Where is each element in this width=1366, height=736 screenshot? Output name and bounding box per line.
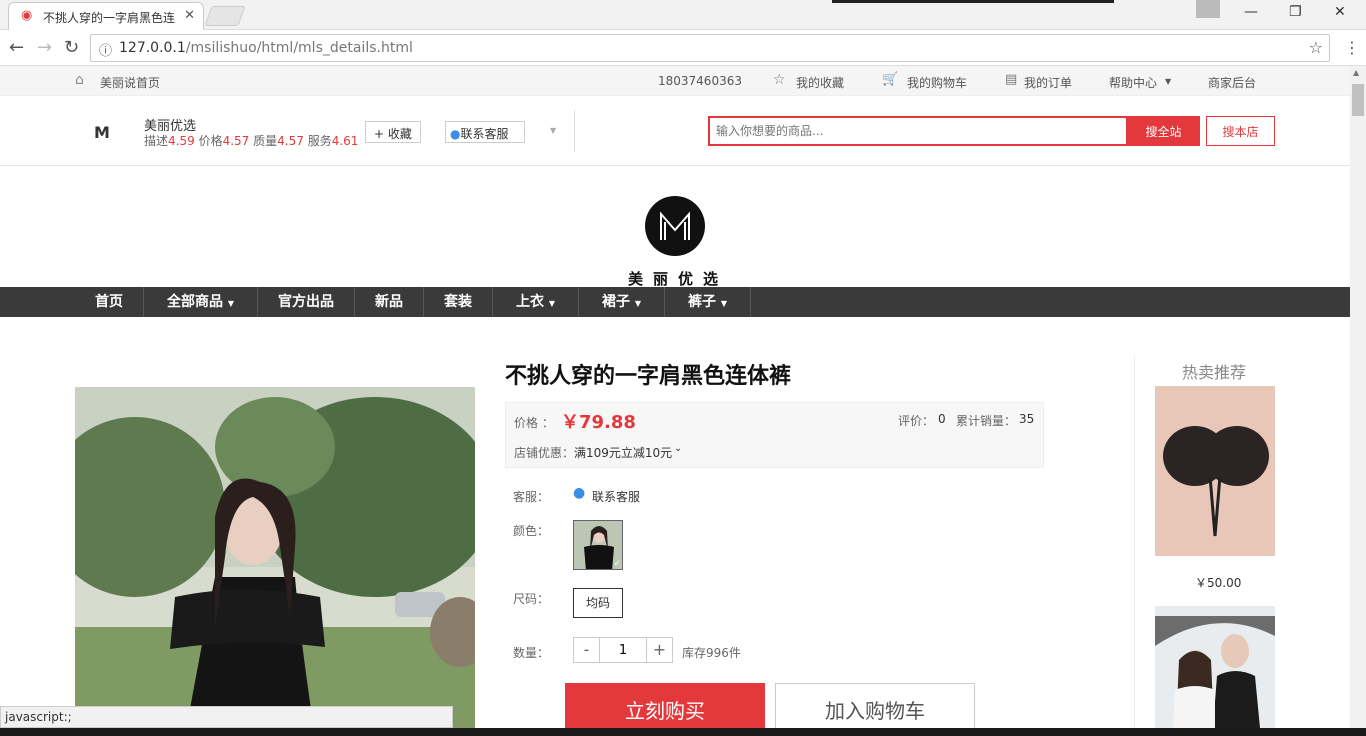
stock-text: 库存996件 xyxy=(682,646,741,660)
product-price: ￥79.88 xyxy=(561,412,636,433)
promo-label: 店铺优惠： xyxy=(514,446,575,460)
info-icon: ⓘ xyxy=(99,44,113,59)
new-tab-button[interactable] xyxy=(204,6,246,26)
price-box: 价格 ： ￥79.88 评价： 0 累计销量： 35 店铺优惠： 满109元立减… xyxy=(505,402,1044,468)
site-topbar: ⌂ 美丽说首页 18037460363 ☆ 我的收藏 🛒 我的购物车 ▤ 我的订… xyxy=(0,66,1350,96)
nav-item-sets[interactable]: 套装 xyxy=(424,287,493,317)
status-bar: javascript:; xyxy=(0,706,453,728)
order-icon: ▤ xyxy=(1005,72,1018,87)
qty-increase-button[interactable]: + xyxy=(646,637,673,663)
star-icon: ☆ xyxy=(773,72,786,88)
review-label: 评价： xyxy=(898,414,935,428)
color-swatch[interactable]: ✓ xyxy=(573,520,623,570)
size-label: 尺码： xyxy=(513,592,550,606)
window-close-icon[interactable]: ✕ xyxy=(1334,4,1346,20)
nav-item-pants[interactable]: 裤子 ▼ xyxy=(665,287,751,317)
menu-icon[interactable]: ⋮ xyxy=(1344,38,1360,57)
chevron-down-icon: ▼ xyxy=(634,299,642,308)
scroll-up-icon[interactable]: ▲ xyxy=(1353,68,1359,77)
divider xyxy=(574,110,575,152)
url-path: /msilishuo/html/mls_details.html xyxy=(185,40,413,56)
back-icon[interactable]: ← xyxy=(9,37,24,58)
shop-header: M 美丽优选 描述4.59 价格4.57 质量4.57 服务4.61 + 收藏 … xyxy=(0,96,1350,166)
service-label: 客服： xyxy=(513,490,550,504)
restore-icon[interactable]: ❐ xyxy=(1289,4,1302,20)
promo-text[interactable]: 满109元立减10元 xyxy=(574,444,672,461)
price-label: 价格 ： xyxy=(514,416,554,430)
color-label: 颜色： xyxy=(513,524,550,538)
product-image xyxy=(75,387,475,736)
scrollbar-thumb[interactable] xyxy=(1352,84,1364,116)
chat-icon: ● xyxy=(573,485,586,501)
search-box xyxy=(708,116,1128,146)
reload-icon[interactable]: ↻ xyxy=(64,37,79,58)
nav-item-tops[interactable]: 上衣 ▼ xyxy=(493,287,579,317)
review-count: 0 xyxy=(938,412,946,426)
brand-logo-icon xyxy=(660,211,690,240)
divider xyxy=(1134,355,1135,736)
home-link[interactable]: 美丽说首页 xyxy=(100,74,160,91)
browser-tab[interactable]: ◉ 不挑人穿的一字肩黑色连 ✕ xyxy=(8,2,204,30)
category-nav: 首页 全部商品 ▼ 官方出品 新品 套装 上衣 ▼ 裙子 ▼ 裤子 ▼ xyxy=(0,287,1350,317)
nav-item-all[interactable]: 全部商品 ▼ xyxy=(144,287,258,317)
chevron-down-icon: ▼ xyxy=(1165,77,1172,86)
favorites-link[interactable]: 我的收藏 xyxy=(796,74,844,91)
hot-sale-title: 热卖推荐 xyxy=(1182,363,1247,382)
chevron-down-icon: ▼ xyxy=(548,299,556,308)
url-input[interactable]: ⓘ 127.0.0.1/msilishuo/html/mls_details.h… xyxy=(90,34,1330,62)
chevron-down-icon: ▼ xyxy=(720,299,728,308)
nav-item-skirts[interactable]: 裙子 ▼ xyxy=(579,287,665,317)
contact-service-button[interactable]: ●联系客服 xyxy=(445,121,525,143)
profile-icon[interactable] xyxy=(1196,0,1220,18)
home-icon: ⌂ xyxy=(75,72,84,88)
merchant-link[interactable]: 商家后台 xyxy=(1208,74,1256,91)
cart-link[interactable]: 我的购物车 xyxy=(907,74,967,91)
tab-title: 不挑人穿的一字肩黑色连 xyxy=(43,11,176,25)
favorite-shop-button[interactable]: + 收藏 xyxy=(365,121,421,143)
nav-item-new[interactable]: 新品 xyxy=(355,287,424,317)
cart-icon: 🛒 xyxy=(882,72,899,87)
page-scrollbar[interactable]: ▲ xyxy=(1350,66,1366,736)
hot-item-price: ￥50.00 xyxy=(1195,576,1242,590)
chevron-down-icon[interactable]: ⌄ xyxy=(674,443,682,454)
sales-label: 累计销量： xyxy=(956,414,1017,428)
close-icon[interactable]: ✕ xyxy=(184,8,195,23)
phone-number: 18037460363 xyxy=(658,74,742,88)
contact-service-link[interactable]: 联系客服 xyxy=(592,488,640,505)
browser-tabbar: ◉ 不挑人穿的一字肩黑色连 ✕ — ❐ ✕ xyxy=(0,0,1366,30)
brand-logo-text: 美丽优选 xyxy=(628,270,729,288)
check-icon: ✓ xyxy=(613,559,621,569)
nav-item-official[interactable]: 官方出品 xyxy=(258,287,355,317)
chevron-down-icon: ▼ xyxy=(227,299,235,308)
search-input[interactable] xyxy=(710,118,1126,144)
chat-icon: ● xyxy=(450,127,461,141)
forward-icon[interactable]: → xyxy=(37,37,52,58)
hot-item-image[interactable] xyxy=(1155,386,1275,556)
qty-decrease-button[interactable]: - xyxy=(573,637,600,663)
nav-item-home[interactable]: 首页 xyxy=(75,287,144,317)
orders-link[interactable]: 我的订单 xyxy=(1024,74,1072,91)
search-shop-button[interactable]: 搜本店 xyxy=(1206,116,1275,146)
search-all-button[interactable]: 搜全站 xyxy=(1127,116,1200,146)
shop-ratings: 描述4.59 价格4.57 质量4.57 服务4.61 xyxy=(144,134,359,148)
favicon-icon: ◉ xyxy=(21,8,33,23)
quantity-input[interactable] xyxy=(600,637,646,663)
shop-logo-icon: M xyxy=(94,123,110,142)
quantity-label: 数量： xyxy=(513,646,550,660)
help-link[interactable]: 帮助中心 xyxy=(1109,74,1157,91)
bookmark-star-icon[interactable]: ☆ xyxy=(1309,38,1323,57)
sales-count: 35 xyxy=(1019,412,1035,426)
hot-item-image[interactable] xyxy=(1155,606,1275,728)
url-host: 127.0.0.1 xyxy=(119,40,186,56)
product-title: 不挑人穿的一字肩黑色连体裤 xyxy=(505,364,792,389)
minimize-icon[interactable]: — xyxy=(1244,4,1258,20)
address-bar: ← → ↻ ⓘ 127.0.0.1/msilishuo/html/mls_det… xyxy=(0,30,1366,66)
size-option[interactable]: 均码 xyxy=(573,588,623,618)
brand-logo xyxy=(645,196,705,256)
chevron-down-icon[interactable]: ▼ xyxy=(550,126,556,135)
taskbar xyxy=(0,728,1366,736)
window-caption-strip xyxy=(832,0,1114,3)
